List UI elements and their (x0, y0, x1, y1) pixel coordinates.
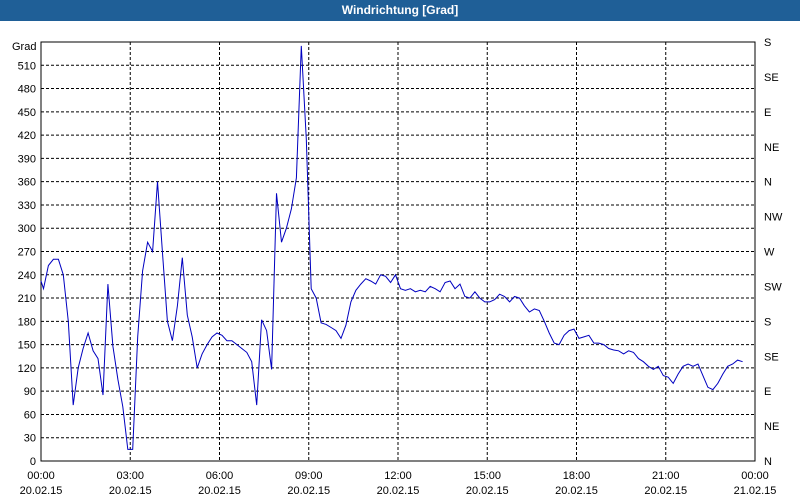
y-tick-label: 360 (18, 177, 36, 189)
line-chart: 0 30 60 90 120 150 180 210 240 270 300 330 360 390 420… (12, 37, 783, 497)
y2-tick-label: NE (764, 421, 779, 433)
y2-tick-label: W (764, 247, 775, 259)
x-tick-time: 00:00 (27, 470, 55, 482)
y-tick-label: 480 (18, 84, 36, 96)
y-tick-label: 60 (24, 409, 36, 421)
y-tick-label: 150 (18, 340, 36, 352)
y-axis: 0 30 60 90 120 150 180 210 240 270 300 330 360 390 420… (18, 60, 36, 468)
y2-tick-label: E (764, 386, 771, 398)
x-tick-time: 09:00 (295, 470, 323, 482)
y2-tick-label: SW (764, 281, 782, 293)
y-tick-label: 180 (18, 316, 36, 328)
x-tick-time: 03:00 (116, 470, 144, 482)
x-tick-time: 00:00 (741, 470, 769, 482)
y2-tick-label: SE (764, 72, 779, 84)
x-tick-time: 21:00 (652, 470, 680, 482)
x-tick-time: 15:00 (473, 470, 501, 482)
y2-tick-label: S (764, 316, 771, 328)
y-tick-label: 510 (18, 60, 36, 72)
y2-axis-compass: N NE E SE S SW W NW N NE E SE S (764, 37, 783, 468)
y-tick-label: 120 (18, 363, 36, 375)
x-tick-date: 21.02.15 (734, 485, 777, 497)
y-tick-label: 240 (18, 270, 36, 282)
y-tick-label: 210 (18, 293, 36, 305)
x-tick-date: 20.02.15 (377, 485, 420, 497)
x-tick-date: 20.02.15 (20, 485, 63, 497)
y2-tick-label: NW (764, 212, 783, 224)
y-axis-label: Grad (12, 41, 36, 53)
y2-tick-label: SE (764, 351, 779, 363)
y2-tick-label: NE (764, 142, 779, 154)
x-tick-date: 20.02.15 (466, 485, 509, 497)
x-axis: 00:00 20.02.15 03:00 20.02.15 06:00 20.02.15 0… (20, 470, 777, 497)
y2-tick-label: S (764, 37, 771, 49)
x-tick-date: 20.02.15 (198, 485, 241, 497)
y-tick-label: 450 (18, 107, 36, 119)
y-tick-label: 0 (30, 456, 36, 468)
x-tick-date: 20.02.15 (109, 485, 152, 497)
wind-direction-series (40, 45, 743, 450)
y-tick-label: 270 (18, 247, 36, 259)
x-tick-date: 20.02.15 (555, 485, 598, 497)
x-tick-date: 20.02.15 (287, 485, 330, 497)
y2-tick-label: E (764, 107, 771, 119)
x-tick-time: 06:00 (206, 470, 234, 482)
y2-tick-label: N (764, 177, 772, 189)
y2-tick-label: N (764, 456, 772, 468)
y-tick-label: 300 (18, 223, 36, 235)
x-tick-time: 12:00 (384, 470, 412, 482)
y-tick-label: 390 (18, 153, 36, 165)
x-tick-date: 20.02.15 (644, 485, 687, 497)
grid (41, 42, 755, 461)
y-tick-label: 90 (24, 386, 36, 398)
y-tick-label: 420 (18, 130, 36, 142)
y-tick-label: 30 (24, 433, 36, 445)
y-tick-label: 330 (18, 200, 36, 212)
x-tick-time: 18:00 (563, 470, 591, 482)
